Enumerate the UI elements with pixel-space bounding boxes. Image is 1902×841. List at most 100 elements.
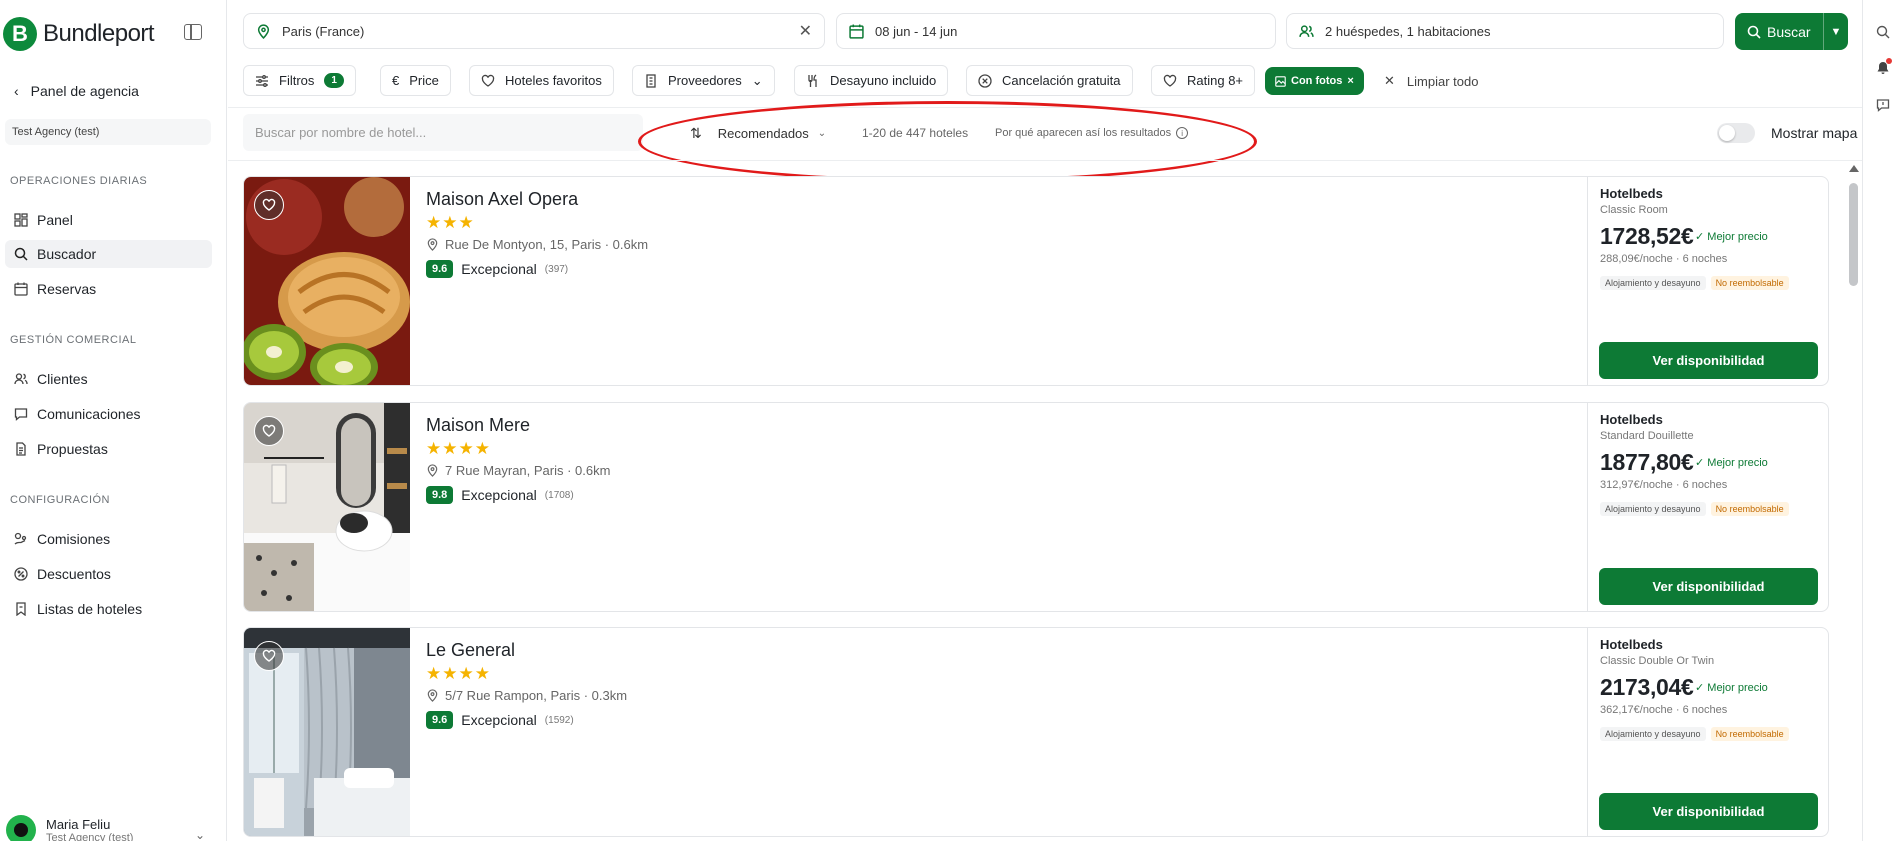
destination-field[interactable]: Paris (France) ✕	[243, 13, 825, 49]
chevron-down-icon: ⌄	[751, 72, 763, 88]
dates-field[interactable]: 08 jun - 14 jun	[836, 13, 1276, 49]
sidebar-item-listas-hoteles[interactable]: Listas de hoteles	[5, 595, 212, 623]
favorite-heart-button[interactable]	[254, 641, 284, 671]
chip-label: Hoteles favoritos	[505, 73, 602, 88]
chat-icon	[14, 407, 28, 421]
chip-providers[interactable]: Proveedores ⌄	[632, 65, 775, 96]
hotel-name[interactable]: Maison Axel Opera	[426, 189, 578, 210]
location-pin-icon	[427, 689, 438, 702]
user-menu[interactable]: Maria Feliu Test Agency (test)	[6, 815, 133, 841]
score-label: Excepcional	[461, 261, 537, 277]
logo-mark: B	[3, 17, 37, 51]
feedback-icon[interactable]	[1876, 98, 1890, 112]
chip-label: Desayuno incluido	[830, 73, 937, 88]
chip-price[interactable]: € Price	[380, 65, 451, 96]
price-per-night: 288,09€/noche · 6 noches	[1600, 253, 1728, 265]
hotel-address: 7 Rue Mayran, Paris · 0.6km	[426, 463, 610, 478]
hotel-name[interactable]: Le General	[426, 640, 515, 661]
provider-name: Hotelbeds	[1600, 637, 1663, 652]
building-icon	[646, 73, 656, 88]
score-label: Excepcional	[461, 712, 537, 728]
back-to-agency-panel[interactable]: ‹ Panel de agencia	[14, 83, 139, 99]
star-rating: ★★★★	[426, 439, 491, 458]
toggle-switch[interactable]	[1717, 123, 1755, 143]
filters-button[interactable]: Filtros 1	[243, 65, 356, 96]
search-icon	[14, 247, 28, 261]
guest-rating: 9.6 Excepcional (1592)	[426, 711, 574, 729]
favorite-heart-button[interactable]	[254, 190, 284, 220]
calendar-icon	[14, 282, 28, 296]
scroll-thumb[interactable]	[1849, 183, 1858, 286]
results-scrollbar[interactable]	[1849, 165, 1859, 841]
offer-tags: Alojamiento y desayuno No reembolsable	[1600, 727, 1789, 741]
sidebar-item-panel[interactable]: Panel	[5, 206, 212, 234]
sidebar-item-label: Panel	[37, 212, 73, 228]
hotel-name-search-input[interactable]: Buscar por nombre de hotel...	[243, 114, 643, 151]
view-availability-button[interactable]: Ver disponibilidad	[1599, 793, 1818, 830]
document-icon	[14, 442, 28, 456]
annotation-highlight-ellipse	[638, 101, 1257, 182]
sidebar-item-comisiones[interactable]: Comisiones	[5, 525, 212, 553]
sidebar-item-clientes[interactable]: Clientes	[5, 365, 212, 393]
sidebar-item-buscador[interactable]: Buscador	[5, 240, 212, 268]
sidebar-item-label: Clientes	[37, 371, 88, 387]
agency-selector[interactable]: Test Agency (test)	[5, 119, 211, 145]
clear-destination-icon[interactable]: ✕	[799, 21, 812, 41]
heart-icon	[1163, 74, 1177, 87]
board-tag: Alojamiento y desayuno	[1600, 502, 1706, 516]
guest-rating: 9.8 Excepcional (1708)	[426, 486, 574, 504]
user-agency: Test Agency (test)	[46, 831, 134, 841]
search-icon[interactable]	[1876, 25, 1890, 39]
image-icon	[1275, 75, 1286, 87]
board-tag: Alojamiento y desayuno	[1600, 727, 1706, 741]
refund-tag: No reembolsable	[1710, 276, 1789, 290]
view-availability-button[interactable]: Ver disponibilidad	[1599, 568, 1818, 605]
chip-rating-8[interactable]: Rating 8+	[1151, 65, 1256, 96]
chip-favorite-hotels[interactable]: Hoteles favoritos	[469, 65, 614, 96]
sidebar-collapse-icon[interactable]	[184, 24, 202, 40]
star-rating: ★★★★	[426, 664, 491, 683]
chip-label: Rating 8+	[1187, 73, 1244, 88]
show-map-toggle[interactable]: Mostrar mapa	[1717, 123, 1857, 143]
score-badge: 9.6	[426, 260, 454, 278]
heart-icon	[481, 74, 495, 87]
clear-all-filters[interactable]: ✕ Limpiar todo	[1384, 73, 1478, 89]
score-label: Excepcional	[461, 487, 537, 503]
sidebar-item-comunicaciones[interactable]: Comunicaciones	[5, 400, 212, 428]
room-type: Classic Double Or Twin	[1600, 655, 1715, 667]
hotel-card[interactable]: Le General ★★★★ 5/7 Rue Rampon, Paris · …	[243, 627, 1829, 837]
brand-logo[interactable]: B Bundleport	[3, 17, 155, 51]
best-price-badge: ✓ Mejor precio	[1695, 457, 1768, 469]
close-icon: ✕	[1384, 73, 1395, 88]
chevron-down-icon[interactable]: ▼	[1824, 26, 1848, 38]
sidebar-item-descuentos[interactable]: Descuentos	[5, 560, 212, 588]
right-rail	[1862, 0, 1902, 841]
sidebar-item-label: Propuestas	[37, 441, 108, 457]
cancel-circle-icon	[978, 73, 992, 88]
heart-icon	[262, 424, 276, 437]
remove-chip-icon[interactable]: ×	[1347, 75, 1353, 87]
sidebar-item-label: Comisiones	[37, 531, 111, 547]
search-button[interactable]: Buscar ▼	[1735, 13, 1848, 50]
chevron-down-icon[interactable]: ⌄	[195, 828, 205, 841]
hotel-name[interactable]: Maison Mere	[426, 415, 530, 436]
view-availability-button[interactable]: Ver disponibilidad	[1599, 342, 1818, 379]
sidebar-item-reservas[interactable]: Reservas	[5, 275, 212, 303]
commission-icon	[14, 532, 28, 546]
favorite-heart-button[interactable]	[254, 416, 284, 446]
chip-free-cancellation[interactable]: Cancelación gratuita	[966, 65, 1133, 96]
provider-name: Hotelbeds	[1600, 412, 1663, 427]
search-button-main[interactable]: Buscar	[1735, 24, 1823, 40]
chip-breakfast-included[interactable]: Desayuno incluido	[794, 65, 949, 96]
chip-with-photos-active[interactable]: Con fotos ×	[1265, 67, 1364, 95]
hotel-card[interactable]: Maison Axel Opera ★★★ Rue De Montyon, 15…	[243, 176, 1829, 386]
total-price: 1728,52€	[1600, 223, 1694, 249]
hotel-card[interactable]: Maison Mere ★★★★ 7 Rue Mayran, Paris · 0…	[243, 402, 1829, 612]
chip-label: Proveedores	[668, 73, 742, 88]
scroll-up-arrow-icon[interactable]	[1849, 165, 1859, 172]
offer-panel: Hotelbeds Classic Double Or Twin 2173,04…	[1587, 628, 1828, 836]
chip-label: Con fotos	[1291, 75, 1343, 87]
guests-field[interactable]: 2 huéspedes, 1 habitaciones	[1286, 13, 1724, 49]
heart-icon	[262, 649, 276, 662]
sidebar-item-propuestas[interactable]: Propuestas	[5, 435, 212, 463]
